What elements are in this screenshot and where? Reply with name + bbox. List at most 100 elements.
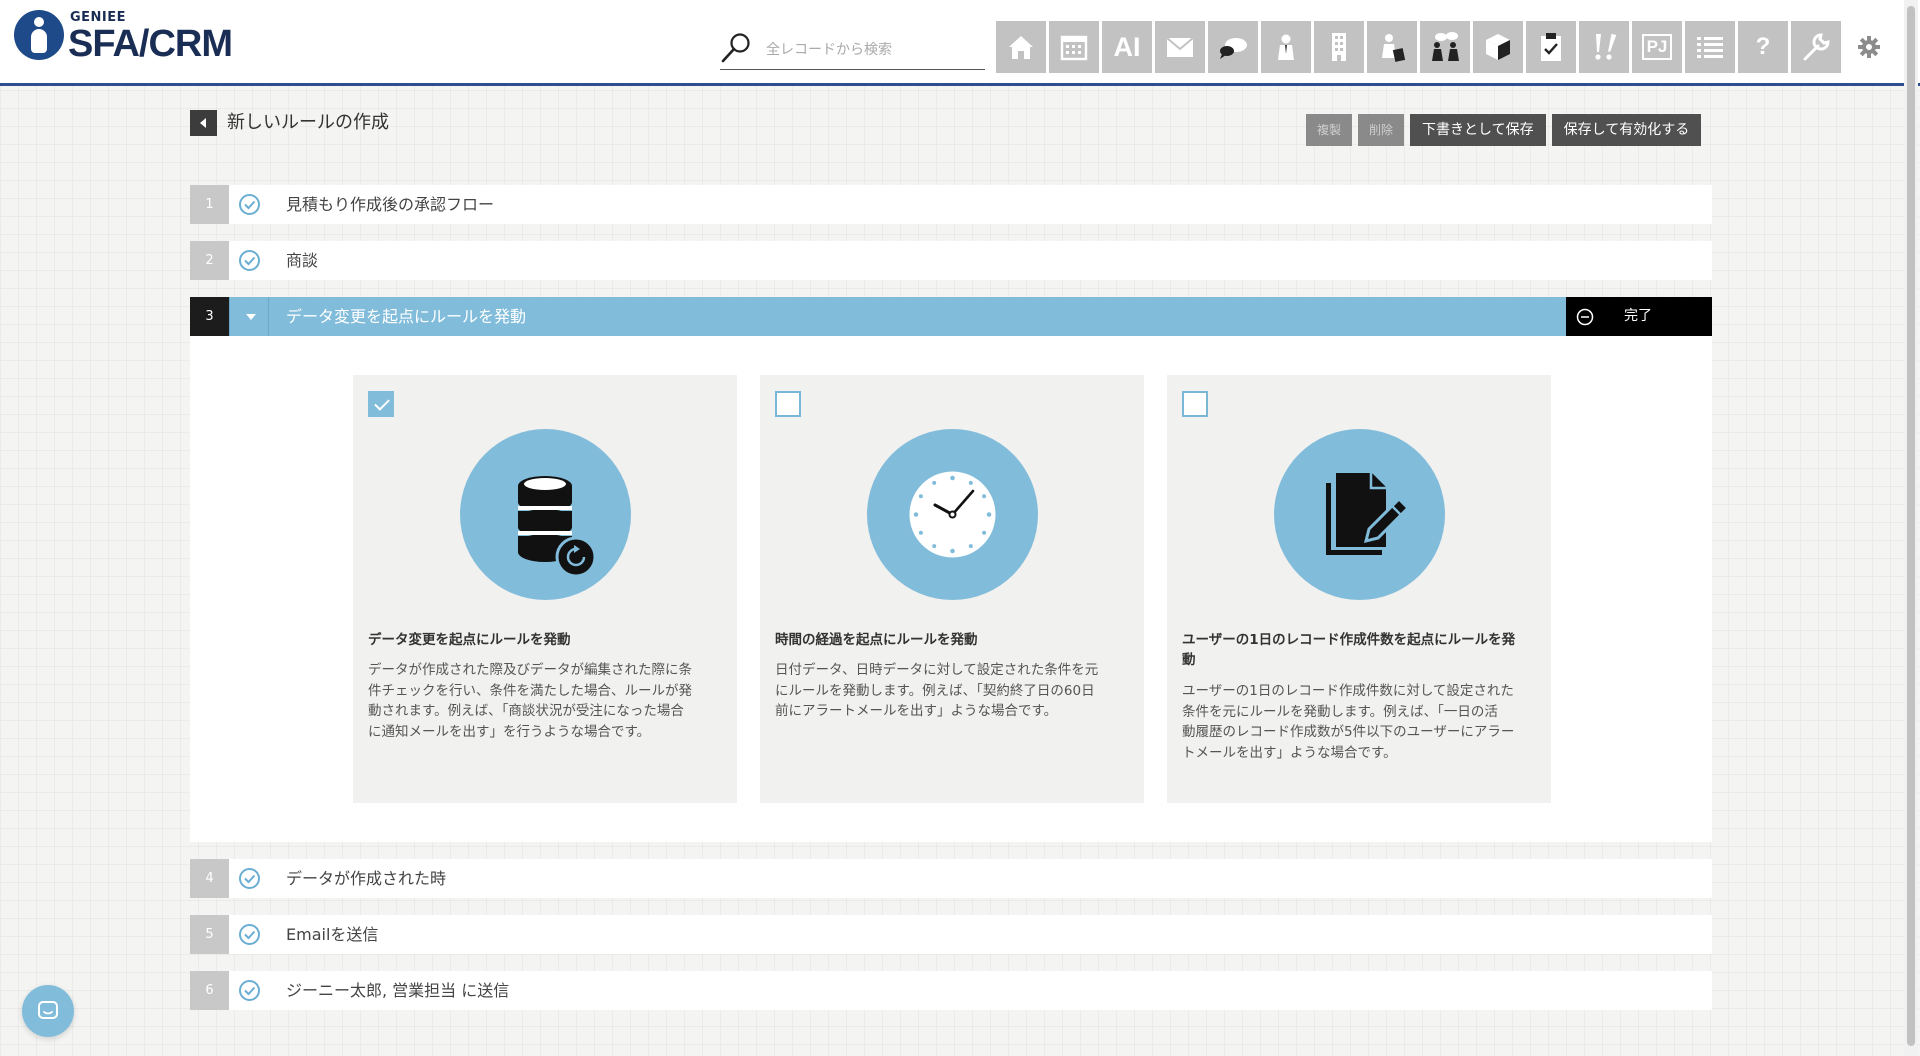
step-number: 6	[190, 971, 229, 1010]
trigger-title: データ変更を起点にルールを発動	[368, 632, 571, 648]
check-circle-icon	[239, 250, 260, 271]
search-icon[interactable]	[720, 30, 754, 64]
app-header: GENIEE SFA/CRM AI	[0, 0, 1920, 86]
duplicate-button[interactable]: 複製	[1306, 114, 1353, 146]
scrollbar-thumb[interactable]	[1907, 6, 1915, 1046]
nav-mail[interactable]	[1155, 21, 1205, 73]
collapse-caret-icon[interactable]	[229, 297, 269, 336]
nav-help[interactable]: ?	[1738, 21, 1788, 73]
report-icon	[1595, 33, 1617, 60]
nav-product[interactable]	[1473, 21, 1523, 73]
title-line: 動	[1182, 652, 1196, 668]
save-draft-button[interactable]: 下書きとして保存	[1410, 114, 1546, 146]
complete-button[interactable]: 完了	[1566, 297, 1712, 336]
trigger-checkbox[interactable]	[1182, 391, 1208, 417]
database-refresh-icon	[518, 476, 597, 578]
meeting-icon	[1432, 32, 1459, 61]
chat-launcher-button[interactable]	[22, 985, 74, 1037]
nav-list[interactable]	[1685, 21, 1735, 73]
step-5[interactable]: 5 Emailを送信	[190, 915, 1712, 954]
nav-contact[interactable]	[1261, 21, 1311, 73]
trigger-card-data-change[interactable]: データ変更を起点にルールを発動 データが作成された際及びデータが編集された際に条…	[353, 375, 737, 803]
list-icon	[1697, 37, 1723, 58]
trigger-illustration	[867, 429, 1038, 600]
save-activate-button[interactable]: 保存して有効化する	[1551, 114, 1702, 146]
description-line: に通知メールを出す」を行うような場合です。	[368, 723, 651, 740]
project-icon: PJ	[1641, 34, 1673, 60]
global-search	[720, 26, 985, 70]
settings-icon	[1858, 36, 1880, 58]
step-label: Emailを送信	[286, 925, 379, 944]
trigger-description: 日付データ、日時データに対して設定された条件を元 にルールを発動します。例えば、…	[775, 660, 1131, 722]
check-circle-icon	[239, 980, 260, 1001]
step-number: 4	[190, 859, 229, 898]
trigger-title: 時間の経過を起点にルールを発動	[775, 632, 978, 648]
nav-ai[interactable]: AI	[1102, 21, 1152, 73]
ai-icon: AI	[1113, 31, 1141, 62]
logo-text-big: SFA/CRM	[68, 23, 233, 65]
nav-report[interactable]	[1579, 21, 1629, 73]
trigger-title: ユーザーの1日のレコード作成件数を起点にルールを発 動	[1182, 630, 1538, 670]
description-line: 動履歴のレコード作成数が5件以下のユーザーにアラー	[1182, 724, 1515, 740]
nav-company[interactable]	[1314, 21, 1364, 73]
delete-button[interactable]: 削除	[1358, 114, 1405, 146]
back-button[interactable]	[190, 110, 217, 136]
trigger-description: ユーザーの1日のレコード作成件数に対して設定された 条件を元にルールを発動します…	[1182, 681, 1538, 763]
nav-settings[interactable]	[1844, 21, 1894, 73]
home-icon	[1009, 36, 1033, 59]
description-line: 動されます。例えば、「商談状況が受注になった場合	[368, 703, 684, 719]
nav-task[interactable]	[1526, 21, 1576, 73]
description-line: データが作成された際及びデータが編集された際に条	[368, 662, 692, 678]
description-line: 日付データ、日時データに対して設定された条件を元	[775, 662, 1099, 678]
nav-deal[interactable]	[1367, 21, 1417, 73]
help-icon: ?	[1755, 33, 1771, 60]
trigger-card-time-elapsed[interactable]: 時間の経過を起点にルールを発動 日付データ、日時データに対して設定された条件を元…	[760, 375, 1144, 803]
step-label: 商談	[286, 251, 319, 270]
trigger-checkbox[interactable]	[368, 391, 394, 417]
step-1[interactable]: 1 見積もり作成後の承認フロー	[190, 185, 1712, 224]
mail-icon	[1166, 37, 1194, 57]
main-nav: AI PJ ?	[996, 21, 1897, 73]
contact-icon	[1278, 34, 1294, 60]
search-input[interactable]	[766, 38, 976, 62]
building-icon	[1332, 33, 1346, 61]
deal-icon	[1382, 34, 1406, 62]
page-title: 新しいルールの作成	[227, 112, 389, 133]
nav-meeting[interactable]	[1420, 21, 1470, 73]
logo-mark-icon	[14, 10, 64, 60]
minus-circle-icon	[1576, 308, 1594, 326]
nav-project[interactable]: PJ	[1632, 21, 1682, 73]
step-number: 1	[190, 185, 229, 224]
nav-admin[interactable]	[1791, 21, 1841, 73]
description-line: 前にアラートメールを出す」ような場合です。	[775, 703, 1058, 719]
step-6[interactable]: 6 ジーニー太郎, 営業担当 に送信	[190, 971, 1712, 1010]
trigger-illustration	[1274, 429, 1445, 600]
trigger-description: データが作成された際及びデータが編集された際に条 件チェックを行い、条件を満たし…	[368, 660, 724, 742]
nav-home[interactable]	[996, 21, 1046, 73]
calendar-icon	[1060, 35, 1088, 61]
wrench-icon	[1803, 33, 1830, 61]
complete-label: 完了	[1624, 308, 1652, 324]
step-3[interactable]: 3 データ変更を起点にルールを発動 完了	[190, 297, 1712, 336]
step-number: 5	[190, 915, 229, 954]
nav-calendar[interactable]	[1049, 21, 1099, 73]
step-number: 3	[190, 297, 229, 336]
step-label: 見積もり作成後の承認フロー	[286, 195, 495, 214]
trigger-type-panel: データ変更を起点にルールを発動 データが作成された際及びデータが編集された際に条…	[190, 336, 1712, 842]
check-circle-icon	[239, 924, 260, 945]
trigger-checkbox[interactable]	[775, 391, 801, 417]
page-scrollbar[interactable]	[1904, 0, 1918, 1056]
clock-icon	[909, 471, 996, 558]
product-icon	[1486, 34, 1510, 60]
trigger-card-daily-record-count[interactable]: ユーザーの1日のレコード作成件数を起点にルールを発 動 ユーザーの1日のレコード…	[1167, 375, 1551, 803]
description-line: ユーザーの1日のレコード作成件数に対して設定された	[1182, 683, 1514, 699]
nav-chat[interactable]	[1208, 21, 1258, 73]
description-line: 件チェックを行い、条件を満たした場合、ルールが発	[368, 682, 692, 699]
rule-actions: 複製 削除 下書きとして保存 保存して有効化する	[1306, 114, 1702, 146]
step-4[interactable]: 4 データが作成された時	[190, 859, 1712, 898]
step-2[interactable]: 2 商談	[190, 241, 1712, 280]
app-logo[interactable]: GENIEE SFA/CRM	[14, 10, 254, 70]
check-circle-icon	[239, 194, 260, 215]
trigger-illustration	[460, 429, 631, 600]
document-edit-icon	[1326, 473, 1411, 555]
